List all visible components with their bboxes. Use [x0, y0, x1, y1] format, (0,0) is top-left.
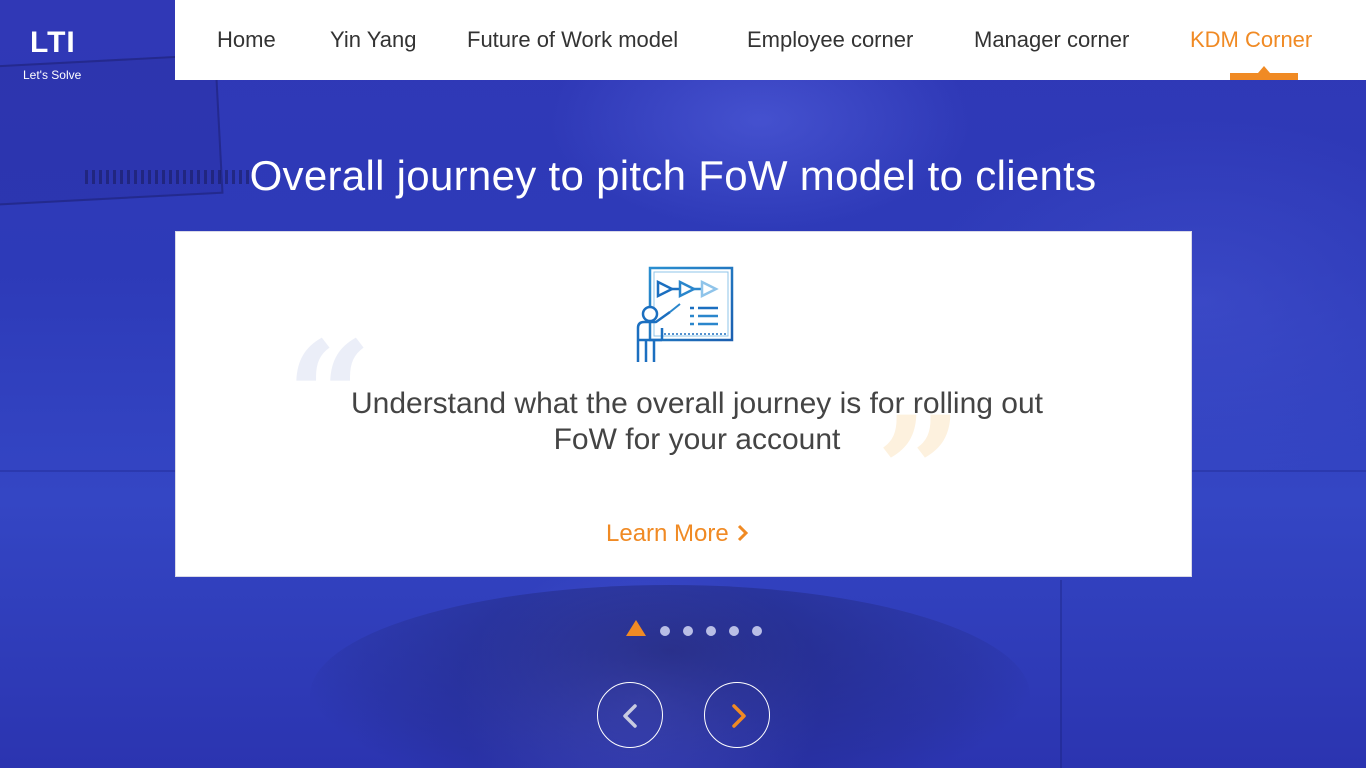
previous-slide-button[interactable] — [597, 682, 663, 748]
active-indicator-bar — [1230, 73, 1298, 80]
chevron-right-icon — [732, 704, 746, 728]
active-indicator-caret — [1258, 66, 1270, 73]
next-slide-button[interactable] — [704, 682, 770, 748]
nav-item-employee-corner[interactable]: Employee corner — [747, 27, 913, 53]
person-silhouette — [310, 585, 1030, 768]
nav-item-home[interactable]: Home — [217, 27, 276, 53]
pager-dot[interactable] — [683, 626, 693, 636]
logo-tagline: Let's Solve — [23, 68, 82, 82]
presentation-icon — [634, 266, 736, 366]
desk-edge-vertical — [1060, 580, 1062, 768]
nav-item-yin-yang[interactable]: Yin Yang — [330, 27, 416, 53]
learn-more-link[interactable]: Learn More — [606, 520, 749, 549]
chevron-right-icon — [737, 521, 749, 549]
nav-item-manager-corner[interactable]: Manager corner — [974, 27, 1129, 53]
pager-indicator-active[interactable] — [626, 620, 646, 636]
card-description: Understand what the overall journey is f… — [350, 387, 1044, 456]
learn-more-label: Learn More — [606, 520, 729, 547]
brand-logo[interactable]: LTI Let's Solve — [0, 0, 175, 83]
pager-dot[interactable] — [729, 626, 739, 636]
main-navigation: Home Yin Yang Future of Work model Emplo… — [175, 0, 1366, 80]
pager-dot[interactable] — [706, 626, 716, 636]
logo-text: LTI — [30, 26, 76, 59]
chevron-left-icon — [623, 704, 637, 728]
pager-dot[interactable] — [660, 626, 670, 636]
nav-item-kdm-corner[interactable]: KDM Corner — [1190, 27, 1312, 53]
nav-item-future-of-work[interactable]: Future of Work model — [467, 27, 678, 53]
page-title: Overall journey to pitch FoW model to cl… — [249, 152, 1097, 199]
slide-pagination — [626, 620, 776, 640]
slide-card: “ ” Understand what the overall journey … — [175, 231, 1192, 577]
pager-dot[interactable] — [752, 626, 762, 636]
